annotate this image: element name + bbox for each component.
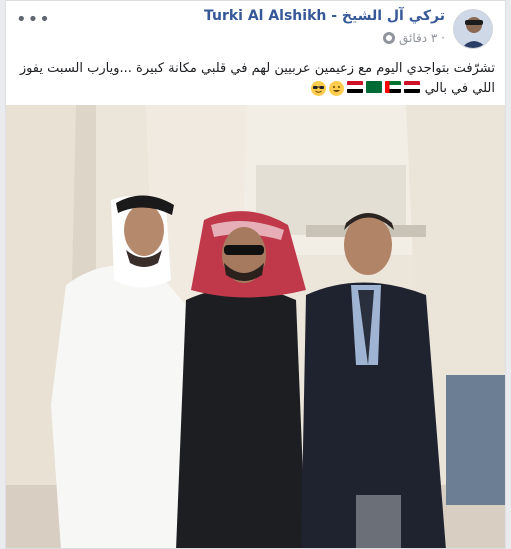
avatar-image xyxy=(454,10,492,48)
egypt-flag-icon xyxy=(347,81,364,93)
post-card: Turki Al Alshikh - تركي آل الشيخ ٣ دقائق… xyxy=(5,0,506,549)
grinning-face-icon xyxy=(329,81,345,96)
post-header: Turki Al Alshikh - تركي آل الشيخ ٣ دقائق… xyxy=(6,1,505,57)
saudi-flag-icon xyxy=(366,81,383,93)
author-avatar[interactable] xyxy=(453,9,493,49)
post-body: تشرّفت بتواجدي اليوم مع زعيمين عربيين له… xyxy=(19,61,495,96)
more-options-icon[interactable]: ••• xyxy=(16,9,51,30)
author-name-link[interactable]: Turki Al Alshikh - تركي آل الشيخ xyxy=(204,8,445,24)
post-meta: ٣ دقائق · xyxy=(383,31,445,45)
photo-image xyxy=(6,105,505,548)
uae-flag-icon xyxy=(385,81,402,93)
post-text: تشرّفت بتواجدي اليوم مع زعيمين عربيين له… xyxy=(14,59,495,99)
sunglasses-face-icon xyxy=(311,81,327,96)
emoji-row xyxy=(311,81,421,96)
egypt-flag-icon xyxy=(404,81,421,93)
timestamp-link[interactable]: ٣ دقائق · xyxy=(399,31,445,45)
globe-icon[interactable] xyxy=(383,32,395,44)
post-photo[interactable] xyxy=(6,105,505,548)
